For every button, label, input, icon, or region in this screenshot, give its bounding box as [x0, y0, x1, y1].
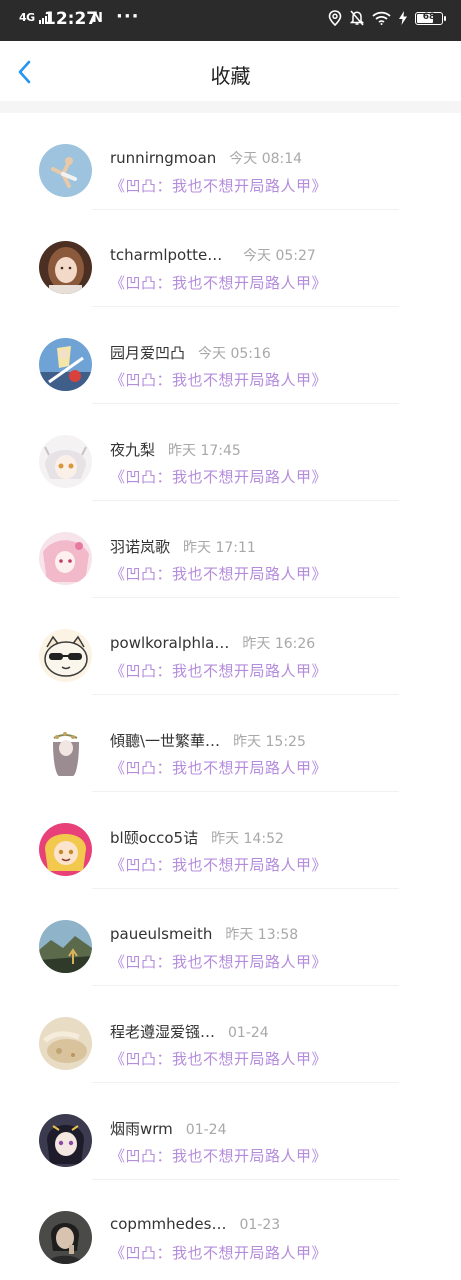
user-name[interactable]: 程老遵湿爱镪… [110, 1021, 215, 1042]
favorite-time: 01-24 [185, 1122, 227, 1138]
list-item[interactable]: tcharmlpotteo… 今天 05:27 《凹凸：我也不想开局路人甲》 [0, 210, 461, 307]
favorite-time: 今天 05:27 [243, 248, 316, 264]
blonde-anime-avatar[interactable] [39, 823, 92, 876]
favorite-time: 今天 08:14 [229, 151, 303, 167]
anime-art-avatar[interactable] [39, 338, 92, 391]
user-name[interactable]: 傾聽\一世繁華… [110, 730, 220, 751]
favorite-time: 昨天 17:45 [168, 443, 241, 459]
white-hair-anime-avatar[interactable] [39, 435, 92, 488]
header-separator [0, 101, 461, 113]
favorite-time: 昨天 17:11 [183, 540, 256, 556]
clock: 12:27 [44, 9, 99, 29]
dark-anime-avatar[interactable] [39, 1114, 92, 1167]
page-title: 收藏 [210, 64, 251, 88]
wifi-icon [372, 11, 391, 25]
favorite-time: 昨天 16:26 [242, 636, 316, 652]
book-title-link[interactable]: 《凹凸：我也不想开局路人甲》 [110, 369, 327, 390]
sand-photo-avatar[interactable] [39, 1017, 92, 1070]
list-item[interactable]: runnirngmoan 今天 08:14 《凹凸：我也不想开局路人甲》 [0, 113, 461, 210]
network-label: 4G [19, 11, 35, 24]
favorite-time: 昨天 14:52 [211, 831, 284, 847]
list-item[interactable]: 羽诺岚歌 昨天 17:11 《凹凸：我也不想开局路人甲》 [0, 501, 461, 598]
user-name[interactable]: powlkoralphla… [110, 634, 229, 652]
user-name[interactable]: 羽诺岚歌 [110, 536, 170, 557]
yoga-pose-avatar[interactable] [39, 144, 92, 197]
favorite-time: 01-24 [228, 1025, 269, 1041]
book-title-link[interactable]: 《凹凸：我也不想开局路人甲》 [110, 1048, 327, 1069]
landscape-avatar[interactable] [39, 920, 92, 973]
list-item[interactable]: bl颐occo5诘 昨天 14:52 《凹凸：我也不想开局路人甲》 [0, 792, 461, 889]
portrait-photo-avatar[interactable] [39, 1211, 92, 1264]
list-item[interactable]: 傾聽\一世繁華… 昨天 15:25 《凹凸：我也不想开局路人甲》 [0, 695, 461, 792]
favorite-time: 昨天 15:25 [233, 734, 306, 750]
book-title-link[interactable]: 《凹凸：我也不想开局路人甲》 [110, 563, 327, 584]
list-item[interactable]: 夜九梨 昨天 17:45 《凹凸：我也不想开局路人甲》 [0, 404, 461, 501]
list-item[interactable]: 园月爱凹凸 今天 05:16 《凹凸：我也不想开局路人甲》 [0, 307, 461, 404]
pink-anime-avatar[interactable] [39, 532, 92, 585]
favorites-list: runnirngmoan 今天 08:14 《凹凸：我也不想开局路人甲》 tch… [0, 113, 461, 1277]
user-name[interactable]: copmmhedes… [110, 1215, 226, 1233]
book-title-link[interactable]: 《凹凸：我也不想开局路人甲》 [110, 660, 327, 681]
battery-icon: 68 [415, 11, 446, 25]
user-name[interactable]: tcharmlpotteo… [110, 246, 230, 264]
book-title-link[interactable]: 《凹凸：我也不想开局路人甲》 [110, 1145, 327, 1166]
battery-percent: 68 [422, 11, 436, 22]
status-icons: 68 [328, 10, 446, 26]
book-title-link[interactable]: 《凹凸：我也不想开局路人甲》 [110, 854, 327, 875]
girl-portrait-avatar[interactable] [39, 241, 92, 294]
book-title-link[interactable]: 《凹凸：我也不想开局路人甲》 [110, 1242, 327, 1263]
user-name[interactable]: paueulsmeith [110, 925, 212, 943]
list-item[interactable]: 烟雨wrm 01-24 《凹凸：我也不想开局路人甲》 [0, 1083, 461, 1180]
user-name[interactable]: 烟雨wrm [110, 1118, 173, 1139]
book-title-link[interactable]: 《凹凸：我也不想开局路人甲》 [110, 175, 327, 196]
charging-icon [399, 11, 407, 25]
flower-girl-avatar[interactable] [39, 726, 92, 779]
list-item[interactable]: paueulsmeith 昨天 13:58 《凹凸：我也不想开局路人甲》 [0, 889, 461, 986]
location-icon [328, 10, 342, 26]
favorite-time: 今天 05:16 [198, 346, 271, 362]
cool-cat-avatar[interactable] [39, 629, 92, 682]
header: 收藏 [0, 41, 461, 101]
book-title-link[interactable]: 《凹凸：我也不想开局路人甲》 [110, 757, 327, 778]
favorite-time: 昨天 13:58 [225, 927, 299, 943]
user-name[interactable]: bl颐occo5诘 [110, 827, 198, 848]
user-name[interactable]: 园月爱凹凸 [110, 342, 185, 363]
book-title-link[interactable]: 《凹凸：我也不想开局路人甲》 [110, 951, 327, 972]
app-notification-icon: N [92, 11, 103, 26]
user-name[interactable]: runnirngmoan [110, 149, 216, 167]
more-notifications-icon: ··· [116, 6, 140, 27]
book-title-link[interactable]: 《凹凸：我也不想开局路人甲》 [110, 272, 327, 293]
list-item[interactable]: 程老遵湿爱镪… 01-24 《凹凸：我也不想开局路人甲》 [0, 986, 461, 1083]
list-item[interactable]: powlkoralphla… 昨天 16:26 《凹凸：我也不想开局路人甲》 [0, 598, 461, 695]
favorite-time: 01-23 [239, 1217, 281, 1233]
list-item[interactable]: copmmhedes… 01-23 《凹凸：我也不想开局路人甲》 [0, 1180, 461, 1277]
user-name[interactable]: 夜九梨 [110, 439, 155, 460]
status-bar: 4G 12:27 N ··· 68 [0, 0, 461, 41]
book-title-link[interactable]: 《凹凸：我也不想开局路人甲》 [110, 466, 327, 487]
notification-off-icon [350, 10, 364, 26]
